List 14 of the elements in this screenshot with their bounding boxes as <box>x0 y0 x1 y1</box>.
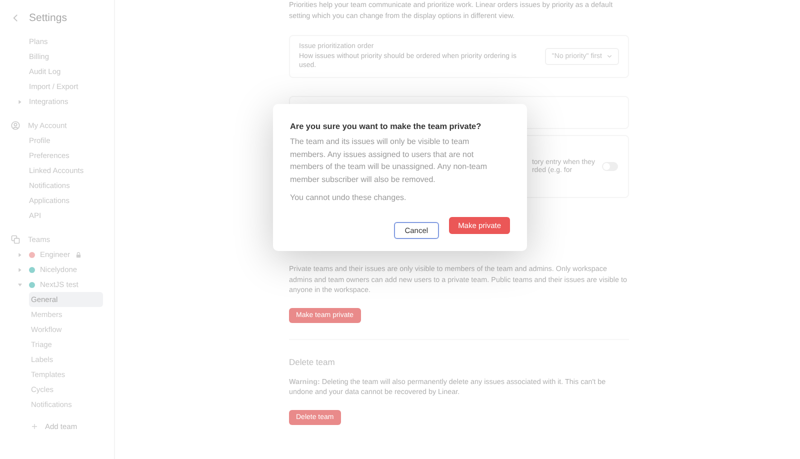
sidebar-title: Settings <box>29 12 67 24</box>
dialog-message: The team and its issues will only be visible to team members. Any issues assigned to users that are not members of the team will be unassigned. Any non-team member subscriber will also be removed. <box>290 136 488 186</box>
chevron-down-icon <box>607 55 612 58</box>
teams-icon <box>11 235 20 244</box>
expand-arrow-icon[interactable] <box>18 268 22 272</box>
dialog-note: You cannot undo these changes. <box>290 192 408 204</box>
expand-arrow-icon[interactable] <box>18 252 22 256</box>
plus-icon <box>32 424 37 429</box>
section-title: Delete team <box>289 356 335 366</box>
expand-arrow-icon[interactable] <box>18 282 22 286</box>
dialog-title: Are you sure you want to make the team private? <box>290 122 482 131</box>
user-circle-icon <box>11 121 20 130</box>
back-icon[interactable] <box>13 14 18 22</box>
expand-arrow-icon[interactable] <box>18 100 22 104</box>
